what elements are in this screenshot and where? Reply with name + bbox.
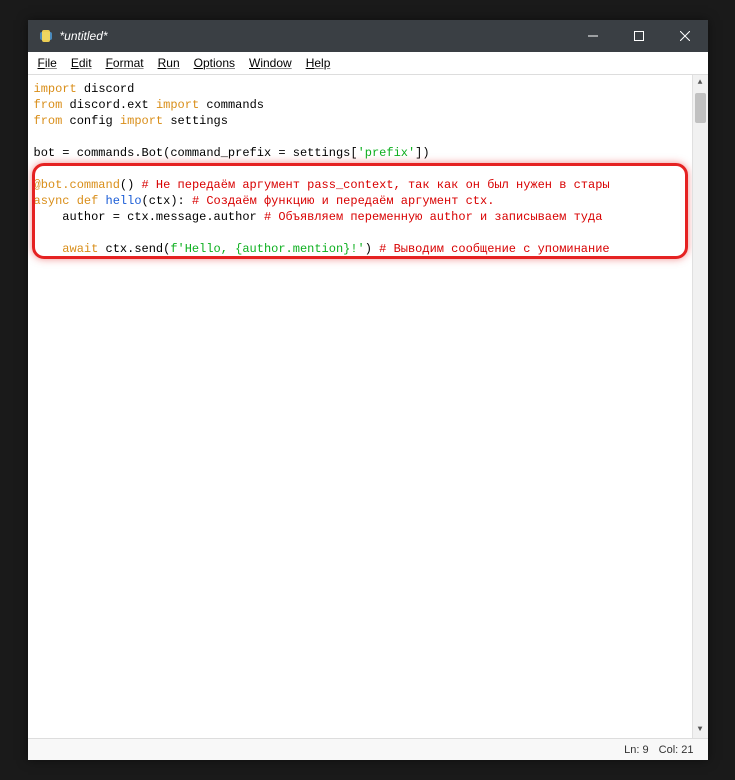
keyword: from — [34, 114, 63, 128]
keyword: from — [34, 98, 63, 112]
code-line: author = ctx.message.author # Объявляем … — [34, 209, 702, 225]
code-text: settings — [163, 114, 228, 128]
code-text: author = ctx.message.author — [34, 210, 264, 224]
code-text: ) — [365, 242, 379, 256]
python-icon — [38, 28, 54, 44]
function-name: hello — [106, 194, 142, 208]
close-button[interactable] — [662, 20, 708, 52]
string: f'Hello, {author.mention}!' — [170, 242, 364, 256]
comment: # Выводим сообщение с упоминание — [379, 242, 609, 256]
code-line — [34, 225, 702, 241]
code-line: await ctx.send(f'Hello, {author.mention}… — [34, 241, 702, 257]
code-text: ]) — [415, 146, 429, 160]
code-editor[interactable]: import discord from discord.ext import c… — [28, 75, 708, 738]
keyword: import — [156, 98, 199, 112]
code-line: bot = commands.Bot(command_prefix = sett… — [34, 145, 702, 161]
decorator: @bot.command — [34, 178, 120, 192]
comment: # Создаём функцию и передаём аргумент ct… — [192, 194, 494, 208]
code-text: commands — [199, 98, 264, 112]
code-text: discord.ext — [62, 98, 156, 112]
editor-window: *untitled* File Edit Format Run Options … — [28, 20, 708, 760]
menu-file[interactable]: File — [38, 56, 57, 70]
keyword: await — [34, 242, 106, 256]
minimize-button[interactable] — [570, 20, 616, 52]
code-text: discord — [77, 82, 135, 96]
menu-options[interactable]: Options — [194, 56, 235, 70]
code-line: from config import settings — [34, 113, 702, 129]
code-line: from discord.ext import commands — [34, 97, 702, 113]
code-line: async def hello(ctx): # Создаём функцию … — [34, 193, 702, 209]
code-line: @bot.command() # Не передаём аргумент pa… — [34, 177, 702, 193]
string: 'prefix' — [358, 146, 416, 160]
maximize-button[interactable] — [616, 20, 662, 52]
menubar: File Edit Format Run Options Window Help — [28, 52, 708, 75]
code-line — [34, 129, 702, 145]
titlebar[interactable]: *untitled* — [28, 20, 708, 52]
scroll-up-arrow[interactable]: ▲ — [693, 75, 708, 91]
window-controls — [570, 20, 708, 52]
menu-help[interactable]: Help — [306, 56, 331, 70]
menu-edit[interactable]: Edit — [71, 56, 92, 70]
comment: # Не передаём аргумент pass_context, так… — [142, 178, 610, 192]
scroll-down-arrow[interactable]: ▼ — [693, 722, 708, 738]
code-text: (ctx): — [142, 194, 192, 208]
menu-window[interactable]: Window — [249, 56, 292, 70]
code-text: () — [120, 178, 142, 192]
vertical-scrollbar[interactable]: ▲ ▼ — [692, 75, 708, 738]
keyword: import — [34, 82, 77, 96]
code-line — [34, 161, 702, 177]
code-text: config — [62, 114, 120, 128]
statusbar: Ln: 9 Col: 21 — [28, 738, 708, 760]
window-title: *untitled* — [60, 29, 108, 43]
keyword: import — [120, 114, 163, 128]
menu-format[interactable]: Format — [106, 56, 144, 70]
code-text: bot = commands.Bot(command_prefix = sett… — [34, 146, 358, 160]
status-col: Col: 21 — [659, 744, 694, 756]
code-text: ctx.send( — [106, 242, 171, 256]
keyword: async def — [34, 194, 106, 208]
scrollbar-thumb[interactable] — [695, 93, 706, 123]
status-line: Ln: 9 — [624, 744, 648, 756]
menu-run[interactable]: Run — [158, 56, 180, 70]
code-line: import discord — [34, 81, 702, 97]
comment: # Объявляем переменную author и записыва… — [264, 210, 602, 224]
